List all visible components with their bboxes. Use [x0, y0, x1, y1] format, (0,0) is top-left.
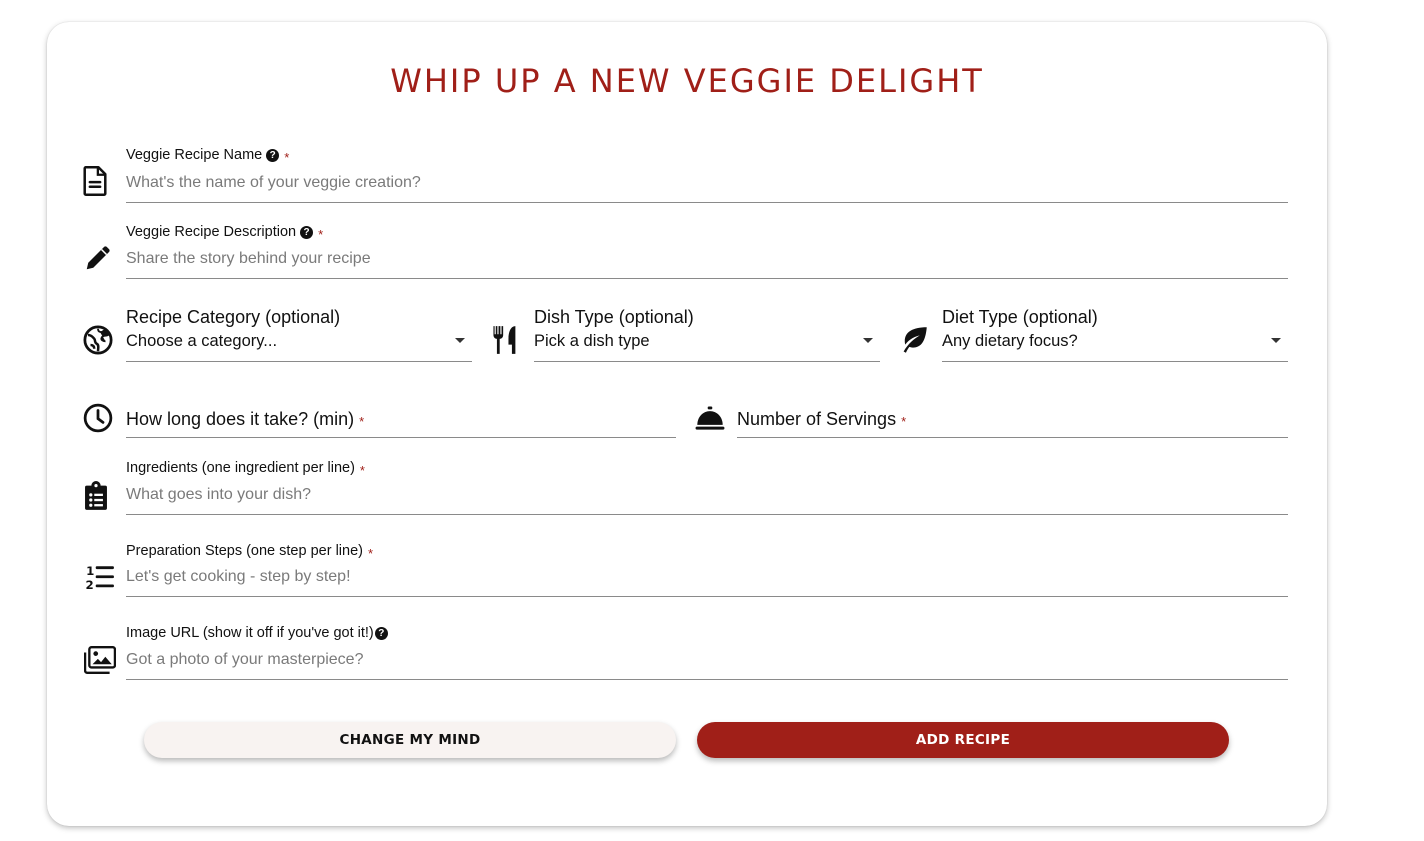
servings-input[interactable] [737, 408, 1285, 432]
pencil-icon [83, 243, 113, 273]
ingredients-underline [126, 514, 1288, 515]
recipe-form-card: WHIP UP A NEW VEGGIE DELIGHT Veggie Reci… [47, 22, 1327, 826]
diet-type-label: Diet Type (optional) [942, 307, 1098, 327]
steps-underline [126, 596, 1288, 597]
image-url-label: Image URL (show it off if you've got it!… [126, 625, 388, 641]
clock-icon [83, 403, 113, 433]
recipe-name-label-text: Veggie Recipe Name [126, 147, 263, 163]
description-label-text: Veggie Recipe Description [126, 224, 297, 240]
service-bell-icon [695, 405, 725, 431]
steps-label-text: Preparation Steps (one step per line) [126, 543, 363, 559]
ingredients-label: Ingredients (one ingredient per line) * [126, 460, 365, 478]
add-recipe-button[interactable]: ADD RECIPE [697, 722, 1229, 758]
globe-icon [83, 325, 113, 355]
category-label: Recipe Category (optional) [126, 307, 341, 327]
images-icon [84, 646, 116, 674]
document-icon [81, 165, 109, 197]
steps-label: Preparation Steps (one step per line) * [126, 543, 374, 561]
diet-type-underline [942, 361, 1288, 362]
servings-underline [737, 437, 1288, 438]
image-url-input[interactable] [126, 649, 1286, 671]
steps-textarea[interactable] [126, 566, 1286, 588]
required-asterisk: * [359, 462, 365, 478]
cancel-button[interactable]: CHANGE MY MIND [144, 722, 676, 758]
ingredients-textarea[interactable] [126, 484, 1286, 506]
required-asterisk: * [284, 149, 290, 165]
dish-type-label: Dish Type (optional) [534, 307, 694, 327]
diet-type-select[interactable]: Any dietary focus? [942, 332, 1078, 351]
description-label: Veggie Recipe Description ? * [126, 224, 324, 242]
image-url-label-text: Image URL (show it off if you've got it!… [126, 625, 374, 641]
category-underline [126, 361, 472, 362]
dish-type-underline [534, 361, 880, 362]
image-url-underline [126, 679, 1288, 680]
time-underline [126, 437, 676, 438]
utensils-icon [491, 325, 519, 355]
recipe-name-input[interactable] [126, 172, 1286, 194]
help-icon[interactable]: ? [266, 148, 280, 162]
numbered-list-icon: 12 [85, 563, 115, 591]
required-asterisk: * [318, 226, 324, 242]
help-icon[interactable]: ? [300, 225, 314, 239]
leaf-icon [899, 326, 929, 354]
help-icon[interactable]: ? [374, 626, 388, 640]
chevron-down-icon[interactable] [455, 338, 465, 343]
svg-text:2: 2 [86, 578, 94, 591]
recipe-name-label: Veggie Recipe Name ? * [126, 147, 290, 165]
chevron-down-icon[interactable] [863, 338, 873, 343]
form-title: WHIP UP A NEW VEGGIE DELIGHT [390, 62, 984, 100]
description-input[interactable] [126, 248, 1286, 270]
time-input[interactable] [126, 408, 674, 432]
ingredients-label-text: Ingredients (one ingredient per line) [126, 460, 355, 476]
category-select[interactable]: Choose a category... [126, 332, 277, 351]
required-asterisk: * [367, 545, 374, 561]
clipboard-list-icon [84, 481, 108, 511]
chevron-down-icon[interactable] [1271, 338, 1281, 343]
svg-text:1: 1 [86, 564, 94, 578]
description-underline [126, 278, 1288, 279]
dish-type-select[interactable]: Pick a dish type [534, 332, 650, 351]
recipe-name-underline [126, 202, 1288, 203]
